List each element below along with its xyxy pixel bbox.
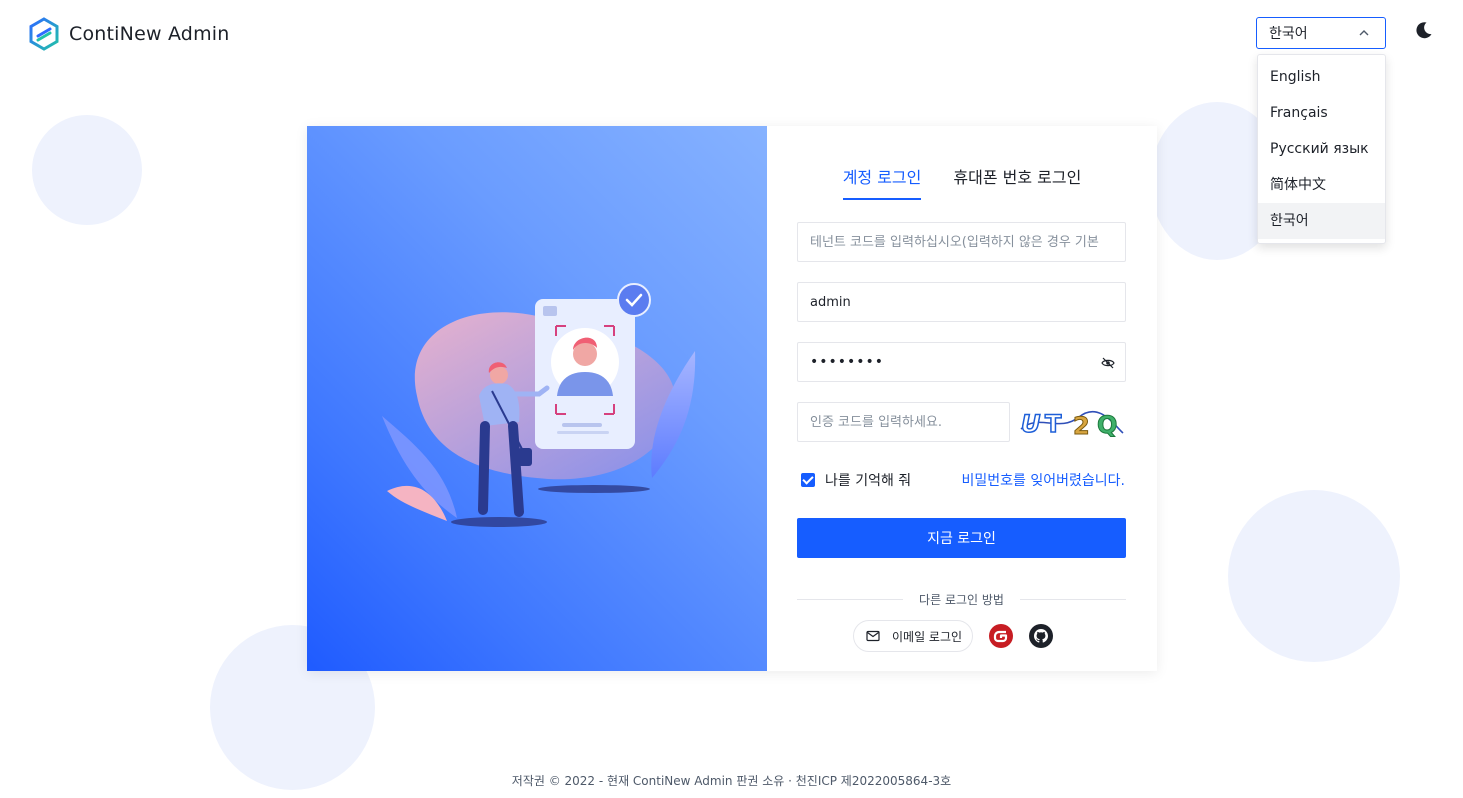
captcha-char: 2 xyxy=(1073,412,1090,440)
decor-bubble xyxy=(32,115,142,225)
logo-icon xyxy=(29,17,59,51)
email-login-label: 이메일 로그인 xyxy=(892,629,963,644)
footer-copyright: 저작권 © 2022 - 현재 ContiNew Admin 판권 소유 · 천… xyxy=(511,774,952,788)
language-select[interactable]: 한국어 xyxy=(1256,17,1386,49)
remember-label: 나를 기억해 줘 xyxy=(825,473,912,489)
login-button[interactable]: 지금 로그인 xyxy=(797,518,1126,558)
divider-line xyxy=(797,599,904,600)
github-icon[interactable] xyxy=(1029,624,1054,648)
language-option-russian[interactable]: Русский язык xyxy=(1258,131,1385,167)
language-dropdown: English Français Русский язык 简体中文 한국어 xyxy=(1257,54,1386,244)
remember-me[interactable]: 나를 기억해 줘 xyxy=(801,470,911,490)
brand-logo[interactable]: ContiNew Admin xyxy=(29,17,230,51)
language-selected: 한국어 xyxy=(1269,26,1308,42)
chevron-up-icon xyxy=(1359,30,1369,36)
captcha-input[interactable] xyxy=(810,403,997,441)
gitee-icon[interactable] xyxy=(989,624,1014,648)
language-option-chinese[interactable]: 简体中文 xyxy=(1258,167,1385,203)
language-option-korean[interactable]: 한국어 xyxy=(1258,203,1385,239)
mail-icon xyxy=(866,630,880,642)
alternate-logins: 이메일 로그인 xyxy=(853,620,1054,652)
decor-bubble xyxy=(1228,490,1400,662)
email-login-button[interactable]: 이메일 로그인 xyxy=(853,620,974,652)
captcha-char: Q xyxy=(1097,411,1117,439)
other-methods-divider: 다른 로그인 방법 xyxy=(797,591,1127,608)
moon-icon[interactable] xyxy=(1413,19,1435,41)
tenant-field xyxy=(797,222,1126,262)
tab-account-login[interactable]: 계정 로그인 xyxy=(842,164,922,200)
tab-phone-login[interactable]: 휴대폰 번호 로그인 xyxy=(953,164,1081,200)
illustration-image xyxy=(382,283,696,527)
login-tabs: 계정 로그인 휴대폰 번호 로그인 xyxy=(767,164,1157,200)
hero-illustration xyxy=(307,126,767,671)
username-input[interactable]: admin xyxy=(810,295,851,310)
eye-icon[interactable] xyxy=(1101,356,1115,370)
password-field: •••••••• xyxy=(797,342,1126,382)
login-form: 계정 로그인 휴대폰 번호 로그인 admin •••••••• U T 2 Q xyxy=(767,126,1157,671)
captcha-char: T xyxy=(1045,410,1062,438)
divider-line xyxy=(1019,599,1127,600)
tenant-input[interactable] xyxy=(810,223,1113,261)
other-methods-label: 다른 로그인 방법 xyxy=(919,593,1004,607)
remember-checkbox[interactable] xyxy=(801,473,815,487)
language-option-french[interactable]: Français xyxy=(1258,95,1385,131)
username-field: admin xyxy=(797,282,1126,322)
login-card: 계정 로그인 휴대폰 번호 로그인 admin •••••••• U T 2 Q xyxy=(307,126,1157,671)
captcha-image[interactable]: U T 2 Q xyxy=(1019,403,1125,441)
forgot-password-link[interactable]: 비밀번호를 잊어버렸습니다. xyxy=(962,470,1125,490)
language-option-english[interactable]: English xyxy=(1258,59,1385,95)
brand-name: ContiNew Admin xyxy=(69,23,230,45)
captcha-field xyxy=(797,402,1010,442)
password-input[interactable]: •••••••• xyxy=(810,354,884,370)
captcha-char: U xyxy=(1021,410,1041,438)
